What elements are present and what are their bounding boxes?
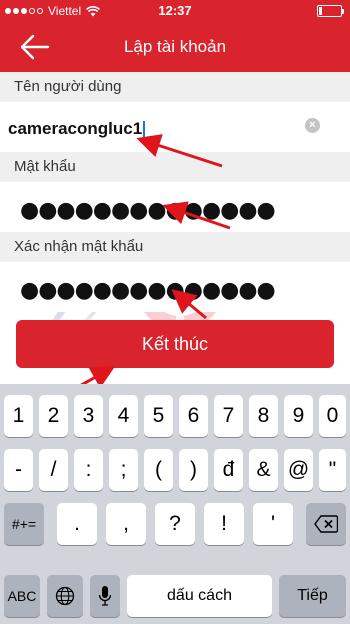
microphone-key[interactable] (90, 575, 120, 617)
confirm-password-input[interactable]: ●●●●●●●●●●●●●● (20, 280, 276, 302)
password-label: Mật khẩu (0, 152, 350, 182)
confirm-password-field[interactable]: ●●●●●●●●●●●●●● (0, 262, 350, 312)
key-quote[interactable]: " (319, 449, 346, 491)
key-apostrophe[interactable]: ' (253, 503, 293, 545)
text-cursor (143, 120, 146, 139)
status-bar: Viettel 12:37 (0, 0, 350, 22)
status-time: 12:37 (158, 3, 192, 18)
key-6[interactable]: 6 (179, 395, 208, 437)
next-key[interactable]: Tiếp (279, 575, 346, 617)
key-at[interactable]: @ (284, 449, 313, 491)
key-question[interactable]: ? (155, 503, 195, 545)
key-4[interactable]: 4 (109, 395, 138, 437)
key-3[interactable]: 3 (74, 395, 103, 437)
key-2[interactable]: 2 (39, 395, 68, 437)
username-label: Tên người dùng (0, 72, 350, 102)
key-9[interactable]: 9 (284, 395, 313, 437)
backspace-key[interactable] (306, 503, 346, 545)
key-dash[interactable]: - (4, 449, 33, 491)
nav-bar: Lập tài khoản (0, 22, 350, 72)
key-slash[interactable]: / (39, 449, 68, 491)
key-more-symbols[interactable]: #+= (4, 503, 44, 545)
password-field[interactable]: ●●●●●●●●●●●●●● (0, 182, 350, 232)
key-colon[interactable]: : (74, 449, 103, 491)
key-comma[interactable]: , (106, 503, 146, 545)
key-0[interactable]: 0 (319, 395, 346, 437)
key-1[interactable]: 1 (4, 395, 33, 437)
space-key[interactable]: dấu cách (127, 575, 272, 617)
username-input[interactable]: cameracongluc1 (8, 119, 146, 139)
password-input[interactable]: ●●●●●●●●●●●●●● (20, 200, 276, 222)
finish-button[interactable]: Kết thúc (16, 320, 334, 368)
confirm-password-label: Xác nhận mật khẩu (0, 232, 350, 262)
key-7[interactable]: 7 (214, 395, 243, 437)
key-semicolon[interactable]: ; (109, 449, 138, 491)
key-close-paren[interactable]: ) (179, 449, 208, 491)
keyboard: 1 2 3 4 5 6 7 8 9 0 - / : ; ( ) đ & @ " … (0, 384, 350, 624)
key-open-paren[interactable]: ( (144, 449, 173, 491)
key-8[interactable]: 8 (249, 395, 278, 437)
microphone-icon (98, 586, 112, 606)
battery-icon (317, 5, 344, 17)
key-ampersand[interactable]: & (249, 449, 278, 491)
username-field[interactable]: cameracongluc1 × (0, 102, 350, 152)
key-exclamation[interactable]: ! (204, 503, 244, 545)
key-5[interactable]: 5 (144, 395, 173, 437)
clear-text-icon[interactable]: × (305, 118, 320, 133)
globe-icon (55, 586, 75, 606)
key-period[interactable]: . (57, 503, 97, 545)
key-dong[interactable]: đ (214, 449, 243, 491)
page-title: Lập tài khoản (123, 37, 227, 56)
key-abc[interactable]: ABC (4, 575, 40, 617)
globe-key[interactable] (47, 575, 83, 617)
backspace-icon (314, 515, 339, 533)
username-value: cameracongluc1 (8, 119, 143, 138)
